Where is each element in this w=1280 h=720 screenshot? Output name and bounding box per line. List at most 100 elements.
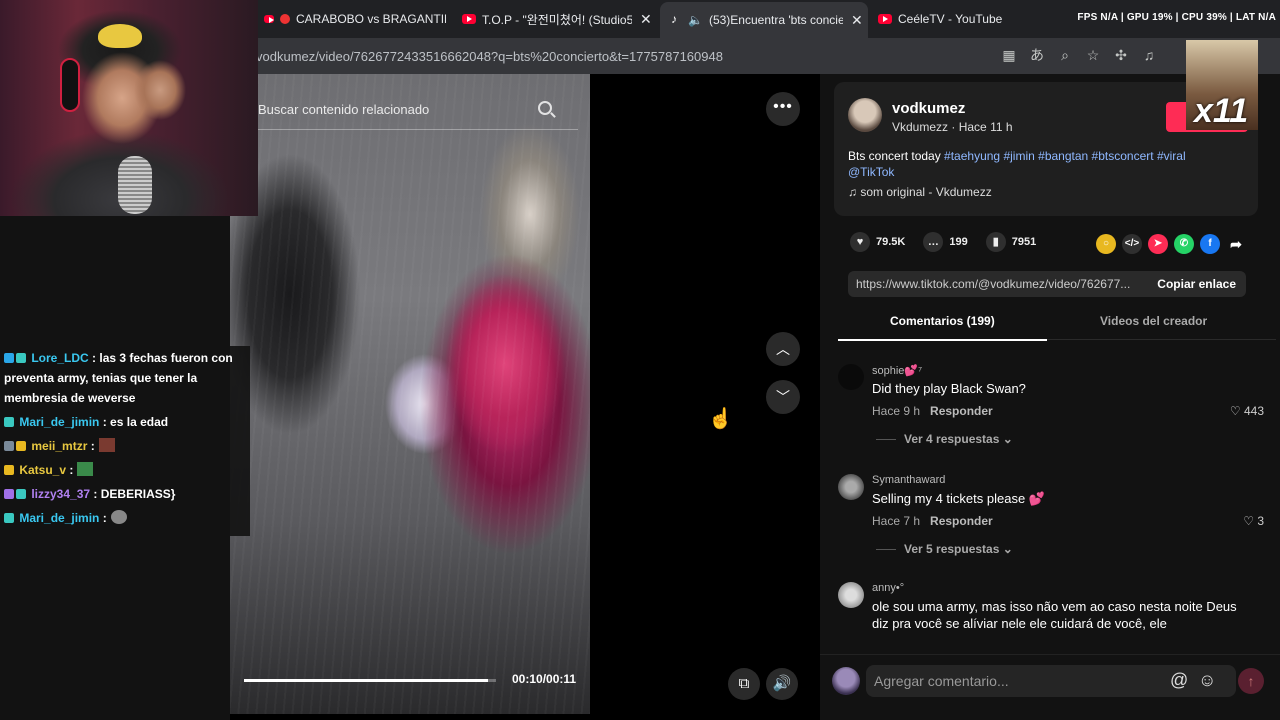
chat-username[interactable]: Mari_de_jimin <box>19 511 99 525</box>
comment-like[interactable]: ♡ 443 <box>1230 404 1264 418</box>
extensions-icon[interactable]: ✣ <box>1112 46 1130 64</box>
view-replies-button[interactable]: Ver 5 respuestas ⌄ <box>876 542 1013 556</box>
send-icon[interactable]: ➤ <box>1148 234 1168 254</box>
video-progress-bar[interactable] <box>244 679 496 682</box>
comments-list: sophie💕⁷ Did they play Black Swan? Hace … <box>838 364 1276 644</box>
tab-top-studio54[interactable]: T.O.P - "완전미쳤어! (Studio54) ✕ <box>456 4 656 34</box>
hashtag-link[interactable]: #viral <box>1157 149 1186 163</box>
tiktok-icon <box>670 12 682 26</box>
facebook-icon[interactable]: f <box>1200 234 1220 254</box>
zoom-icon[interactable]: ⌕ <box>1056 46 1074 64</box>
comment-item: Symanthaward Selling my 4 tickets please… <box>838 474 1268 574</box>
panel-tabs: Comentarios (199) Videos del creador <box>838 302 1276 341</box>
chat-text: : <box>102 511 107 525</box>
url-field[interactable]: vodkumez/video/7626772433516662048?q=bts… <box>256 49 723 64</box>
subscriber-badge-icon <box>16 489 26 499</box>
youtube-icon <box>264 15 274 23</box>
performance-overlay: FPS N/A | GPU 19% | CPU 39% | LAT N/A <box>1077 12 1276 23</box>
commenter-avatar[interactable] <box>838 474 864 500</box>
comment-count: 199 <box>949 236 968 248</box>
apps-icon[interactable]: ▦ <box>1000 46 1018 64</box>
speaker-icon[interactable]: 🔈 <box>688 13 703 27</box>
comment-like[interactable]: ♡ 3 <box>1243 514 1264 528</box>
user-avatar[interactable] <box>832 667 860 695</box>
close-icon[interactable]: ✕ <box>851 12 863 29</box>
next-video-button[interactable]: ﹀ <box>766 380 800 414</box>
previous-video-button[interactable]: ︿ <box>766 332 800 366</box>
tab-tiktok-search[interactable]: 🔈 (53)Encuentra 'bts concierto' ✕ <box>660 2 868 38</box>
youtube-icon <box>878 14 892 24</box>
tab-title: CeéleTV - YouTube <box>898 12 1003 26</box>
tab-ceeletv[interactable]: CeéleTV - YouTube <box>874 4 1024 34</box>
chat-username[interactable]: lizzy34_37 <box>31 487 90 501</box>
share-buttons: ○ </> ➤ ✆ f ➦ <box>1096 234 1246 254</box>
more-options-button[interactable]: ••• <box>766 92 800 126</box>
floating-player-button[interactable]: ⧉ <box>728 668 760 700</box>
video-player[interactable]: Buscar contenido relacionado <box>230 74 590 714</box>
hashtag-link[interactable]: #btsconcert <box>1092 149 1154 163</box>
prime-badge-icon <box>4 353 14 363</box>
posted-time: Hace 11 h <box>958 120 1013 134</box>
star-icon[interactable]: ☆ <box>1084 46 1102 64</box>
video-column: Buscar contenido relacionado ••• ︿ ﹀ 00:… <box>230 74 820 720</box>
mention-link[interactable]: @TikTok <box>848 165 894 179</box>
chat-username[interactable]: Mari_de_jimin <box>19 415 99 429</box>
stream-chat: Lore_LDC : las 3 fechas fueron con preve… <box>0 346 250 536</box>
related-search-placeholder: Buscar contenido relacionado <box>258 102 430 117</box>
chat-username[interactable]: meii_mtzr <box>31 439 87 453</box>
comment-icon[interactable]: … <box>923 232 944 252</box>
share-arrow-icon[interactable]: ➦ <box>1226 234 1246 254</box>
commenter-name[interactable]: Symanthaward <box>872 474 945 486</box>
related-search[interactable]: Buscar contenido relacionado <box>258 92 578 130</box>
comment-text: Selling my 4 tickets please 💕 <box>872 491 1045 506</box>
media-icon[interactable]: ♫ <box>1140 46 1158 64</box>
description-text: Bts concert today <box>848 149 945 163</box>
hashtag-link[interactable]: #jimin <box>1003 149 1034 163</box>
subscriber-badge-icon <box>4 513 14 523</box>
commenter-name[interactable]: sophie💕⁷ <box>872 364 922 377</box>
copy-link-button[interactable]: Copiar enlace <box>1157 277 1236 291</box>
emote-icon <box>98 438 115 452</box>
like-count: 79.5K <box>876 236 906 248</box>
reply-button[interactable]: Responder <box>930 404 993 418</box>
crown-badge-icon <box>16 441 26 451</box>
nickname-text: Vkdumezz <box>892 120 949 134</box>
tab-comments[interactable]: Comentarios (199) <box>890 314 995 328</box>
hashtag-link[interactable]: #bangtan <box>1038 149 1088 163</box>
hashtag-link[interactable]: #taehyung <box>944 149 1000 163</box>
translate-icon[interactable]: あ <box>1028 46 1046 64</box>
reply-button[interactable]: Responder <box>930 514 993 528</box>
mention-icon[interactable]: @ <box>1170 670 1188 691</box>
share-link-box: https://www.tiktok.com/@vodkumez/video/7… <box>848 271 1246 297</box>
emoji-icon[interactable]: ☺ <box>1198 670 1216 691</box>
creator-nickname: Vkdumezz · Hace 11 h <box>892 120 1013 134</box>
chat-username[interactable]: Katsu_v <box>19 463 66 477</box>
view-replies-button[interactable]: Ver 4 respuestas ⌄ <box>876 432 1013 446</box>
bookmark-icon[interactable]: ▮ <box>985 232 1006 252</box>
tab-creator-videos[interactable]: Videos del creador <box>1100 314 1207 328</box>
chat-username[interactable]: Lore_LDC <box>31 351 88 365</box>
commenter-avatar[interactable] <box>838 582 864 608</box>
search-icon[interactable] <box>538 101 552 115</box>
whatsapp-icon[interactable]: ✆ <box>1174 234 1194 254</box>
streamer-webcam <box>0 0 258 216</box>
share-link[interactable]: https://www.tiktok.com/@vodkumez/video/7… <box>856 277 1144 291</box>
tab-title: T.O.P - "완전미쳤어! (Studio54) <box>482 12 632 27</box>
commenter-avatar[interactable] <box>838 364 864 390</box>
creator-avatar[interactable] <box>848 98 882 132</box>
emote-icon <box>77 462 94 476</box>
commenter-name[interactable]: anny•° <box>872 582 904 594</box>
close-icon[interactable]: ✕ <box>640 11 652 28</box>
volume-button[interactable]: 🔊 <box>766 668 798 700</box>
heart-badge-icon <box>4 489 14 499</box>
sound-link[interactable]: ♫ som original - Vkdumezz <box>848 185 992 199</box>
tab-title: CARABOBO vs BRAGANTINO <box>296 12 446 26</box>
coin-icon[interactable]: ○ <box>1096 234 1116 254</box>
subscriber-badge-icon <box>4 417 14 427</box>
heart-icon[interactable]: ♥ <box>850 232 870 252</box>
send-comment-button[interactable]: ↑ <box>1238 668 1264 694</box>
embed-icon[interactable]: </> <box>1122 234 1142 254</box>
comment-item: anny•° ole sou uma army, mas isso não ve… <box>838 582 1268 644</box>
tab-carabobo[interactable]: CARABOBO vs BRAGANTINO ✕ <box>256 4 446 34</box>
creator-username[interactable]: vodkumez <box>892 100 965 117</box>
